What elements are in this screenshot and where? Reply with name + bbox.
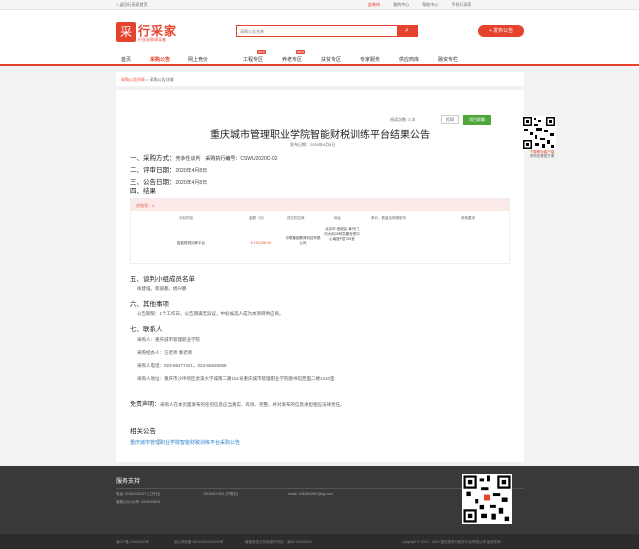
breadcrumb-list[interactable]: 采购公告列表 <box>121 77 145 82</box>
top-links: 起卷侍 我的中心 帮助中心 手机行采家 <box>368 2 483 8</box>
footer-phone1: 电话: 02363782227 (工作日) <box>116 492 161 496</box>
bottom-bar: 渝ICP备 20000000号 渝公网安备 50010802000000号 增值… <box>0 534 639 549</box>
page-title: 重庆城市管理职业学院智能财税训练平台结果公告 <box>210 130 430 141</box>
breadcrumb: 采购公告列表 > 采购公告详情 <box>116 72 524 86</box>
disclaimer-label: 免责声明： <box>130 402 161 408</box>
help-link[interactable]: 帮助中心 <box>422 2 438 7</box>
nav-item-poverty[interactable]: 扶贫专区 <box>321 56 341 63</box>
location-selector[interactable]: 起卷侍 <box>368 2 380 7</box>
logo-mark: 采 <box>116 22 136 42</box>
code-value: CSWU2020C-02 <box>240 156 278 162</box>
logo[interactable]: 采 行采家 行业采购领导者 <box>116 22 186 48</box>
result-table: 分包号：1 分包内容 金额（元） 成交供应商 地址 单价、数量及规格型号 其他要… <box>130 198 510 264</box>
footer-qq: 客服公众QQ号: 3316945003 <box>116 500 161 504</box>
qr-code-icon <box>522 116 556 150</box>
section-label: 一、采购方式： <box>130 155 176 162</box>
contact-buyer: 采购人：重庆城市管理职业学院 <box>137 337 200 342</box>
section-review-date: 二、评审日期：2020年4月8日 <box>130 164 207 174</box>
nav-item-finance[interactable]: 融资专栏 <box>438 56 458 63</box>
footer-phone2: 18183107831 (节假日) <box>203 492 239 496</box>
table-cell-content: 智能财税训练平台 <box>177 241 205 245</box>
section-contact: 七、联系人 <box>130 326 163 333</box>
disclaimer-text: 采购人在本页面发布的任何信息应当真实、有效、完整，并对发布的信息承担相应法律责任… <box>160 402 345 407</box>
code-label: 采购执行编号： <box>205 156 241 162</box>
table-cell-supplier: 中联集团教育科技有限公司 <box>285 236 321 245</box>
table-cell-amount: ¥ 192,000.00 <box>250 241 272 245</box>
search-button[interactable]: ⌕ <box>397 26 417 36</box>
license-text: 增值电信业务经营许可证：渝B2-20200000 <box>245 540 312 544</box>
section-label: 二、评审日期： <box>130 167 176 174</box>
package-number: 分包号：1 <box>131 199 509 211</box>
section-method: 一、采购方式：竞争性谈判 采购执行编号：CSWU2020C-02 <box>130 152 278 162</box>
nav-item-label: 工程专区 <box>243 57 264 63</box>
logo-slogan: 行业采购领导者 <box>138 37 166 42</box>
section-other: 六、其他事项 <box>130 301 169 308</box>
icp-text[interactable]: 渝ICP备 20000000号 <box>116 540 149 545</box>
app-download[interactable]: 下载移动客户端 采购查看更方便 <box>522 116 556 158</box>
home-link-label[interactable]: 返回行采家首页 <box>120 2 148 7</box>
related-link[interactable]: 重庆城市管理职业学院智能财税训练平台采购公告 <box>130 439 240 446</box>
center-link[interactable]: 我的中心 <box>393 2 409 7</box>
qr-caption-sub: 采购查看更方便 <box>529 154 555 158</box>
nav-item-bidding[interactable]: 网上竞价 <box>188 56 208 63</box>
nav-item-experts[interactable]: 专家服务 <box>360 56 380 63</box>
column-header: 单价、数量及规格型号 <box>371 216 406 220</box>
breadcrumb-separator: > <box>146 77 149 82</box>
nav-item-engineering[interactable]: NEW 工程专区 <box>243 50 266 63</box>
view-count: 阅读次数: 3 次 <box>390 117 416 122</box>
search-input[interactable] <box>237 26 397 36</box>
announce-date-value: 2020年4月8日 <box>175 180 208 186</box>
breadcrumb-current: 采购公告详情 <box>149 77 174 82</box>
footer-email: email: 1482894987@qq.com <box>288 492 333 496</box>
section-panel: 五、谈判小组成员名单 <box>130 276 195 283</box>
contact-agent: 采购经办人：汪老师 黎老师 <box>137 350 193 355</box>
review-date-value: 2020年4月8日 <box>175 168 208 174</box>
footer-qr <box>462 474 512 524</box>
search-icon: ⌕ <box>405 27 409 34</box>
column-header: 分包内容 <box>179 216 193 220</box>
nav-item-elderly[interactable]: NEW 养老专区 <box>282 50 305 63</box>
search-box: ⌕ <box>236 25 418 37</box>
print-button[interactable]: 打印 <box>441 115 459 124</box>
nav-item-suppliers[interactable]: 供应商库 <box>399 56 419 63</box>
top-bar: ⌂ 返回行采家首页 起卷侍 我的中心 帮助中心 手机行采家 <box>0 0 639 10</box>
related-title: 相关公告 <box>130 428 156 435</box>
phone-link[interactable]: 手机行采家 <box>451 2 471 7</box>
column-header: 地址 <box>334 216 341 220</box>
publish-date: 发布日期：2020年4月8日 <box>290 142 336 147</box>
column-header: 其他要求 <box>461 216 475 220</box>
method-value: 竞争性谈判 <box>175 156 201 162</box>
nav-item-label: 养老专区 <box>282 57 303 63</box>
main-nav: 首页 采购公告 网上竞价 NEW 工程专区 NEW 养老专区 扶贫专区 专家服务 供… <box>0 50 639 66</box>
contact-phone: 采购人电话：023-86277421，023-65626068 <box>137 363 227 368</box>
other-text: 公告期限：1个工作日，公告期满无异议，中标候选人成为本项目供应商。 <box>137 311 284 316</box>
nav-item-home[interactable]: 首页 <box>121 56 131 63</box>
footer-title: 服务支持 <box>116 479 141 485</box>
nav-item-announcements[interactable]: 采购公告 <box>150 56 170 63</box>
column-header: 成交供应商 <box>287 216 305 220</box>
new-badge: NEW <box>296 50 305 54</box>
column-header: 金额（元） <box>249 216 267 220</box>
police-text[interactable]: 渝公网安备 50010802000000号 <box>174 540 223 545</box>
panel-members: 徐建强，蔡丽都，杨兴鹏 <box>137 286 187 291</box>
home-link[interactable]: ⌂ 返回行采家首页 <box>116 2 148 8</box>
copyright-text: copyright © 2015 - 2020 重庆慧采行政务平台有限公司 版权… <box>402 540 501 544</box>
disclaimer: 免责声明：采购人在本页面发布的任何信息应当真实、有效、完整，并对发布的信息承担相… <box>130 399 345 408</box>
qr-code-icon <box>462 474 512 524</box>
chat-button[interactable]: 项目群聊 <box>463 115 491 125</box>
contact-address: 采购人地址：重庆市沙坪坝区虎溪大学城南二路151号重庆城市管理职业学院图书馆西面… <box>137 376 335 381</box>
new-badge: NEW <box>257 50 266 54</box>
publish-button[interactable]: + 发布公告 <box>478 25 524 37</box>
table-cell-address: 北京市-西城区-阜外门内大街28号凯晨世贸中心南座F层759室 <box>324 227 360 241</box>
section-result: 四、结果 <box>130 188 156 195</box>
